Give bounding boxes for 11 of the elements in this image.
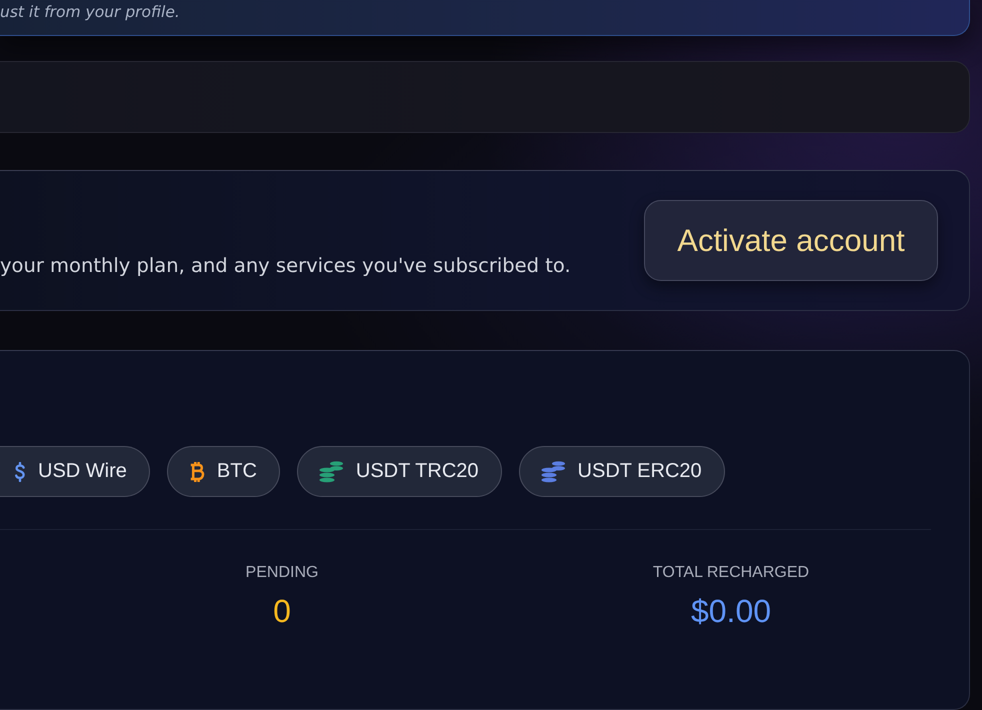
payment-method-chip[interactable]: USDT TRC20 [296,446,502,497]
stat-label: PENDING [246,563,318,583]
activation-description: your monthly plan, and any services you've subscribed to. [0,254,571,277]
stat-label: TOTAL RECHARGED [652,563,810,583]
payment-method-chip[interactable]: USD Wire [0,446,150,497]
payment-method-chip[interactable]: BTC [166,446,280,497]
payment-method-chip[interactable]: USDT ERC20 [518,446,725,497]
stat-value: 0 [273,593,291,629]
activate-account-button[interactable]: Activate account [644,200,938,282]
stat-value: $0.00 [690,593,772,629]
profile-hint-text: ust it from your profile. [0,2,180,22]
